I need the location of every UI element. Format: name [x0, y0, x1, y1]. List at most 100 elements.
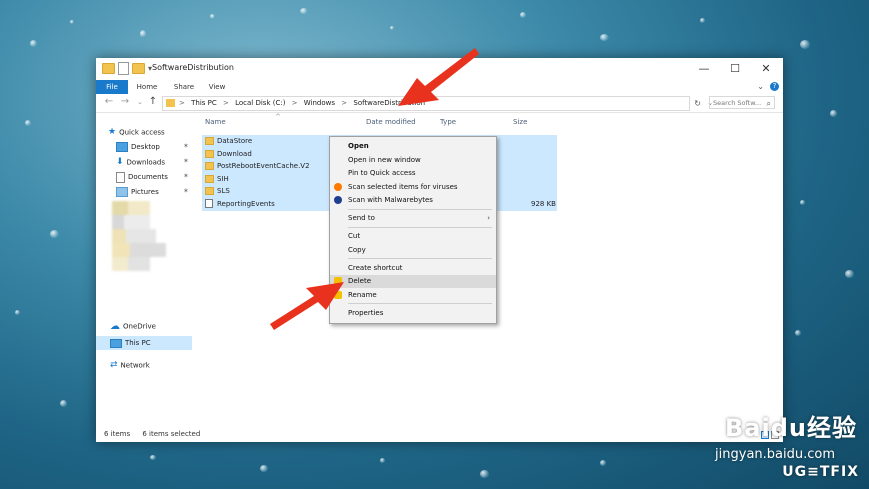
sidebar-item-network[interactable]: ⇄ Network [110, 359, 150, 372]
title-bar: ▾ SoftwareDistribution — ☐ ✕ [96, 58, 783, 80]
maximize-button[interactable]: ☐ [720, 58, 750, 80]
ribbon-right-controls: ⌄ ? [757, 82, 779, 91]
breadcrumb-separator: > [222, 99, 229, 107]
window-title: SoftwareDistribution [152, 63, 234, 72]
sidebar-item-label: OneDrive [123, 322, 156, 331]
up-arrow-icon[interactable]: ↑ [146, 96, 160, 107]
breadcrumb-softwaredistribution[interactable]: SoftwareDistribution [353, 99, 425, 107]
navigation-pane: ★ Quick access Desktop ✶ ⬇ Downloads ✶ Doc… [96, 113, 196, 429]
avast-icon [334, 182, 342, 191]
refresh-icon[interactable]: ↻ [694, 97, 701, 110]
desktop-icon [116, 142, 128, 152]
breadcrumb-windows[interactable]: Windows [304, 99, 335, 107]
file-name: SIH [217, 174, 229, 183]
tab-view[interactable]: View [204, 80, 230, 94]
column-header-type[interactable]: Type [440, 118, 456, 126]
expand-ribbon-icon[interactable]: ⌄ [757, 82, 764, 91]
baidu-watermark: Baidu经验 [725, 414, 857, 442]
shield-icon [334, 290, 342, 299]
download-icon: ⬇ [116, 157, 124, 167]
pin-icon: ✶ [183, 187, 189, 195]
breadcrumb-separator: > [291, 99, 298, 107]
menu-item-delete[interactable]: Delete [330, 275, 496, 288]
menu-separator [348, 303, 492, 304]
sidebar-item-quick-access[interactable]: ★ Quick access [108, 126, 165, 139]
tab-share[interactable]: Share [170, 80, 198, 94]
file-name: PostRebootEventCache.V2 [217, 162, 310, 170]
sidebar-item-onedrive[interactable]: ☁ OneDrive [110, 320, 156, 333]
blurred-sidebar-items [112, 201, 184, 271]
pictures-icon [116, 187, 128, 197]
jingyan-watermark: jingyan.baidu.com [715, 447, 835, 462]
forward-arrow-icon[interactable]: → [118, 96, 132, 107]
properties-icon[interactable] [118, 62, 129, 75]
close-button[interactable]: ✕ [751, 58, 781, 80]
column-header-size[interactable]: Size [513, 118, 527, 126]
sidebar-item-downloads[interactable]: ⬇ Downloads [116, 156, 165, 169]
menu-separator [348, 209, 492, 210]
sort-caret-icon: ^ [275, 113, 281, 121]
sidebar-item-this-pc[interactable]: This PC [110, 337, 151, 350]
status-selected-count: 6 items selected [142, 430, 201, 438]
cloud-icon: ☁ [110, 321, 120, 332]
menu-item-open-new-window[interactable]: Open in new window [330, 154, 496, 167]
sidebar-item-label: Documents [128, 173, 168, 181]
folder-icon [205, 187, 214, 195]
breadcrumb-local-disk[interactable]: Local Disk (C:) [235, 99, 285, 107]
new-folder-icon[interactable] [132, 63, 145, 74]
sidebar-item-desktop[interactable]: Desktop [116, 141, 160, 154]
menu-item-properties[interactable]: Properties [330, 307, 496, 320]
address-bar-row: ← → ⌄ ↑ > This PC > Local Disk (C:) > Wi… [96, 94, 783, 113]
minimize-button[interactable]: — [689, 58, 719, 80]
status-item-count: 6 items [104, 430, 131, 438]
pin-icon: ✶ [183, 142, 189, 150]
recent-locations-icon[interactable]: ⌄ [133, 98, 147, 106]
file-name: SLS [217, 187, 230, 195]
file-name: DataStore [217, 137, 253, 145]
menu-item-open[interactable]: Open [330, 140, 496, 153]
menu-item-cut[interactable]: Cut [330, 230, 496, 243]
column-header-name[interactable]: Name [205, 118, 226, 126]
submenu-arrow-icon: › [487, 214, 490, 222]
menu-item-pin-quick-access[interactable]: Pin to Quick access [330, 167, 496, 180]
computer-icon [110, 338, 122, 348]
network-icon: ⇄ [110, 360, 118, 370]
file-name: ReportingEvents [217, 199, 275, 208]
breadcrumb-separator: > [179, 99, 185, 107]
malwarebytes-icon [334, 196, 342, 204]
context-menu: Open Open in new window Pin to Quick acc… [329, 136, 497, 324]
folder-icon [166, 99, 175, 107]
breadcrumb: > This PC > Local Disk (C:) > Windows > … [179, 97, 429, 110]
sidebar-item-pictures[interactable]: Pictures [116, 186, 159, 199]
sidebar-item-documents[interactable]: Documents [116, 171, 168, 184]
file-size: 928 KB [531, 199, 556, 208]
back-arrow-icon[interactable]: ← [102, 96, 116, 107]
search-input[interactable]: Search Softw... ⌕ [709, 96, 775, 109]
folder-icon [205, 174, 214, 183]
tab-file[interactable]: File [96, 80, 128, 94]
documents-icon [116, 171, 125, 183]
folder-icon [205, 162, 214, 170]
file-icon [205, 199, 213, 208]
breadcrumb-this-pc[interactable]: This PC [191, 99, 217, 107]
sidebar-item-label: Downloads [126, 158, 165, 167]
menu-item-create-shortcut[interactable]: Create shortcut [330, 262, 496, 275]
file-name: Download [217, 149, 252, 158]
menu-item-scan-malwarebytes[interactable]: Scan with Malwarebytes [330, 194, 496, 207]
pin-icon: ✶ [183, 172, 189, 180]
ribbon: File Home Share View ⌄ ? [96, 80, 783, 94]
menu-item-scan-viruses[interactable]: Scan selected items for viruses [330, 181, 496, 194]
column-header-date-modified[interactable]: Date modified [366, 118, 416, 126]
menu-item-rename[interactable]: Rename [330, 289, 496, 302]
shield-icon [334, 277, 342, 285]
status-bar: 6 items 6 items selected [104, 430, 210, 438]
help-icon[interactable]: ? [770, 82, 779, 91]
pin-icon: ✶ [183, 157, 189, 165]
tab-home[interactable]: Home [134, 80, 160, 94]
address-field[interactable]: > This PC > Local Disk (C:) > Windows > … [162, 96, 713, 111]
menu-item-copy[interactable]: Copy [330, 244, 496, 257]
sidebar-item-label: Pictures [131, 188, 159, 196]
quick-access-toolbar: ▾ [102, 62, 152, 75]
menu-item-send-to[interactable]: Send to › [330, 212, 496, 225]
search-placeholder: Search Softw... [713, 99, 762, 107]
